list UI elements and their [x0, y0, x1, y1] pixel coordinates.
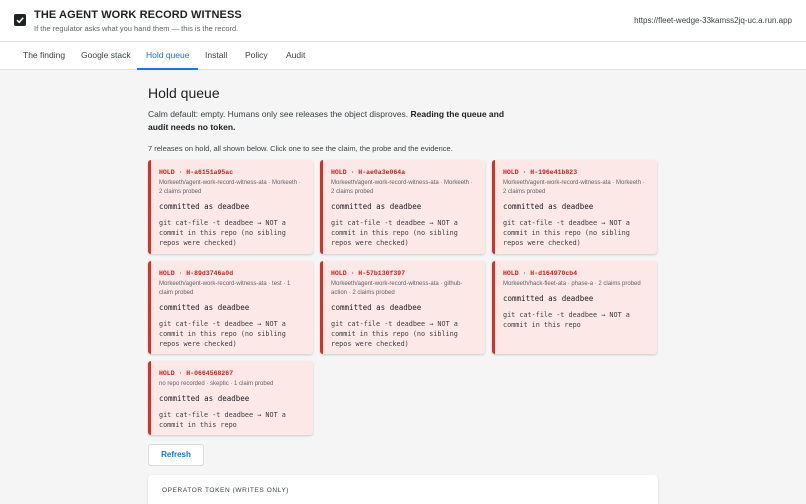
hold-probe: git cat-file -t deadbee → NOT a commit i…	[159, 320, 286, 349]
hold-id: HOLD · H-196e41b823	[503, 169, 578, 176]
hold-count: 7 releases on hold, all shown below. Cli…	[148, 144, 453, 153]
hold-repo: Morkeeth/hack-fleet-ata · phase-a · 2 cl…	[503, 281, 641, 287]
intro-text: Calm default: empty. Humans only see rel…	[148, 108, 508, 133]
hold-card[interactable]: HOLD · H-0664568267 no repo recorded · s…	[148, 361, 313, 435]
tab-hold-queue[interactable]: Hold queue	[137, 42, 199, 70]
app-subtitle: If the regulator asks what you hand them…	[34, 24, 239, 33]
operator-token-panel: OPERATOR TOKEN (WRITES ONLY)	[148, 475, 658, 504]
hold-repo: Morkeeth/agent-work-record-witness-ata ·…	[331, 281, 463, 296]
hold-card[interactable]: HOLD · H-57b130f397 Morkeeth/agent-work-…	[320, 261, 485, 354]
tab-policy[interactable]: Policy	[245, 42, 268, 70]
hold-repo: Morkeeth/agent-work-record-witness-ata ·…	[159, 281, 291, 296]
hold-id: HOLD · H-a6151a95ac	[159, 169, 234, 176]
hold-claim: committed as deadbee	[159, 394, 250, 403]
hold-claim: committed as deadbee	[331, 303, 422, 312]
hold-id: HOLD · H-d164970cb4	[503, 270, 578, 277]
hold-claim: committed as deadbee	[159, 303, 250, 312]
intro-plain: Calm default: empty. Humans only see rel…	[148, 109, 411, 119]
hold-card[interactable]: HOLD · H-a6151a95ac Morkeeth/agent-work-…	[148, 160, 313, 254]
hold-probe: git cat-file -t deadbee → NOT a commit i…	[503, 219, 630, 248]
tab-google-stack[interactable]: Google stack	[81, 42, 131, 70]
tab-bar: The finding Google stack Hold queue Inst…	[0, 42, 806, 70]
hold-probe: git cat-file -t deadbee → NOT a commit i…	[331, 219, 458, 248]
hold-claim: committed as deadbee	[331, 202, 422, 211]
service-url: https://fleet-wedge-33kamss2jq-uc.a.run.…	[634, 16, 792, 25]
tab-audit[interactable]: Audit	[286, 42, 305, 70]
checkbox-icon	[14, 14, 26, 26]
hold-probe: git cat-file -t deadbee → NOT a commit i…	[159, 219, 286, 248]
hold-id: HOLD · H-57b130f397	[331, 270, 406, 277]
app-header: THE AGENT WORK RECORD WITNESS If the reg…	[0, 0, 806, 42]
hold-probe: git cat-file -t deadbee → NOT a commit i…	[503, 311, 630, 330]
hold-probe: git cat-file -t deadbee → NOT a commit i…	[331, 320, 458, 349]
hold-repo: Morkeeth/agent-work-record-witness-ata ·…	[503, 180, 645, 195]
refresh-button[interactable]: Refresh	[148, 444, 204, 466]
hold-card[interactable]: HOLD · H-196e41b823 Morkeeth/agent-work-…	[492, 160, 657, 254]
app-title: THE AGENT WORK RECORD WITNESS	[34, 9, 242, 21]
hold-repo: Morkeeth/agent-work-record-witness-ata ·…	[331, 180, 473, 195]
hold-repo: Morkeeth/agent-work-record-witness-ata ·…	[159, 180, 301, 195]
hold-card[interactable]: HOLD · H-ae0a3e064a Morkeeth/agent-work-…	[320, 160, 485, 254]
operator-token-label: OPERATOR TOKEN (WRITES ONLY)	[162, 487, 290, 494]
hold-probe: git cat-file -t deadbee → NOT a commit i…	[159, 411, 286, 430]
tab-the-finding[interactable]: The finding	[23, 42, 65, 70]
hold-card[interactable]: HOLD · H-d164970cb4 Morkeeth/hack-fleet-…	[492, 261, 657, 354]
hold-claim: committed as deadbee	[503, 294, 594, 303]
hold-card[interactable]: HOLD · H-89d3746a0d Morkeeth/agent-work-…	[148, 261, 313, 354]
hold-id: HOLD · H-0664568267	[159, 370, 234, 377]
hold-id: HOLD · H-89d3746a0d	[159, 270, 234, 277]
hold-id: HOLD · H-ae0a3e064a	[331, 169, 406, 176]
hold-claim: committed as deadbee	[159, 202, 250, 211]
page-title: Hold queue	[148, 85, 220, 101]
tab-install[interactable]: Install	[205, 42, 227, 70]
hold-repo: no repo recorded · skeptic · 1 claim pro…	[159, 381, 274, 387]
hold-claim: committed as deadbee	[503, 202, 594, 211]
